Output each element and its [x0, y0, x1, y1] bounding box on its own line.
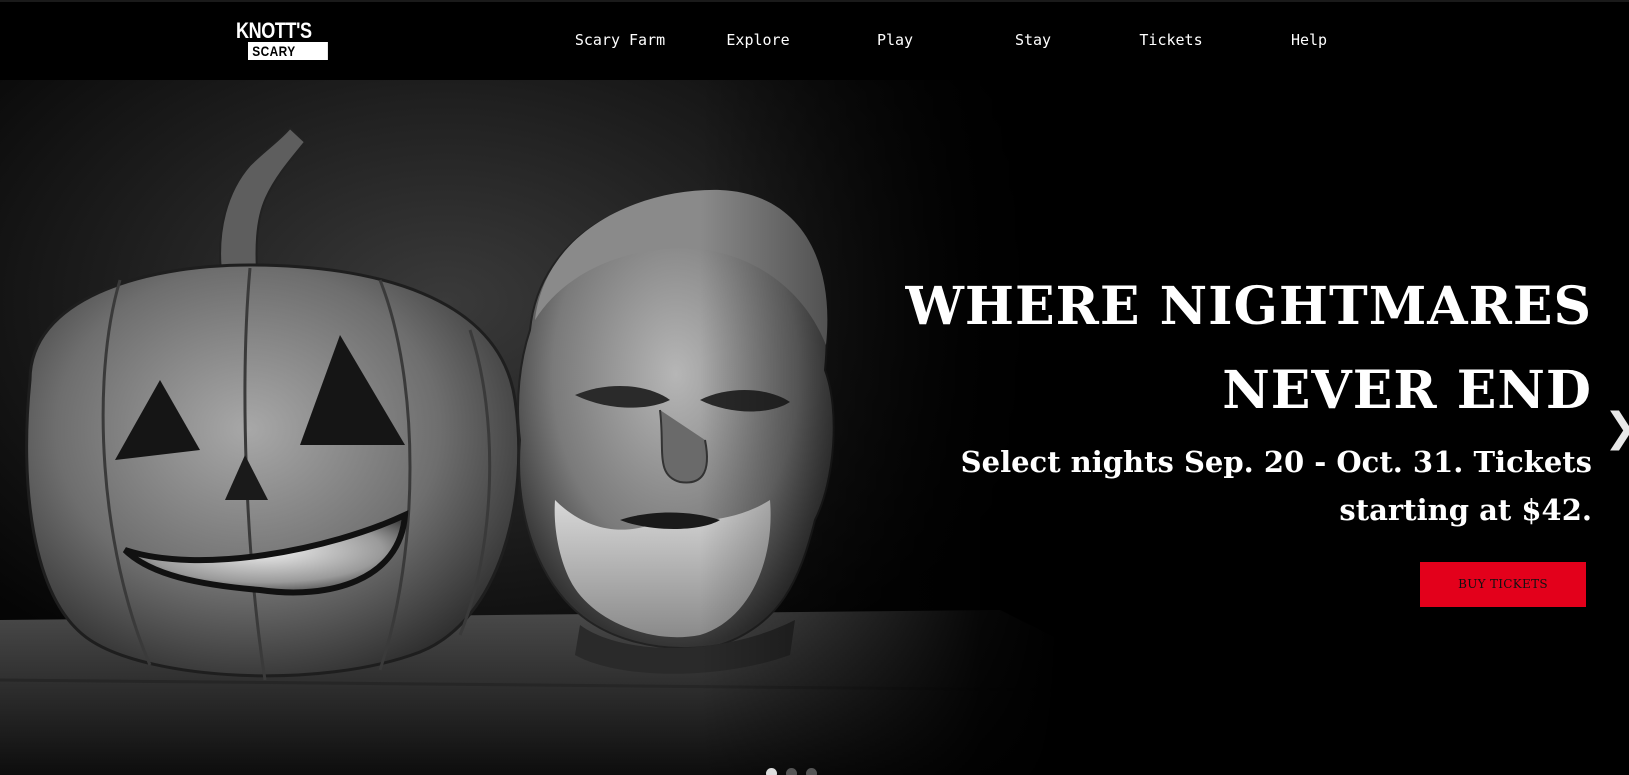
hero-subheading: Select nights Sep. 20 - Oct. 31. Tickets… [892, 438, 1592, 534]
nav-item-play[interactable]: Play [877, 28, 913, 52]
hero-headline-line-1: WHERE NIGHTMARES [905, 276, 1592, 337]
hero-subheading-line-2: starting at $42. [1339, 493, 1592, 527]
hero-headline: WHERE NIGHTMARES NEVER END [892, 265, 1592, 433]
nav-item-help[interactable]: Help [1291, 28, 1327, 52]
carousel-dot-2[interactable] [786, 768, 797, 775]
browser-edge-divider [0, 0, 1629, 2]
page: KNOTT'S SCARY FARM Scary Farm Explore Pl… [0, 0, 1629, 775]
carousel-pagination [766, 768, 846, 775]
nav-item-tickets[interactable]: Tickets [1139, 28, 1202, 52]
top-navigation-bar: KNOTT'S SCARY FARM Scary Farm Explore Pl… [0, 0, 1629, 80]
carousel-dot-1[interactable] [766, 768, 777, 775]
carousel-dot-3[interactable] [806, 768, 817, 775]
buy-tickets-button[interactable]: BUY TICKETS [1420, 562, 1586, 607]
hero-carousel: WHERE NIGHTMARES NEVER END Select nights… [0, 80, 1629, 775]
nav-item-stay[interactable]: Stay [1015, 28, 1051, 52]
chevron-right-icon[interactable]: ❯ [1604, 406, 1629, 450]
hero-headline-line-2: NEVER END [1222, 360, 1592, 421]
nav-item-explore[interactable]: Explore [726, 28, 789, 52]
hero-subheading-line-1: Select nights Sep. 20 - Oct. 31. Tickets [960, 445, 1592, 479]
nav-item-scary-farm[interactable]: Scary Farm [575, 28, 665, 52]
main-nav: Scary Farm Explore Play Stay Tickets Hel… [0, 28, 1629, 52]
